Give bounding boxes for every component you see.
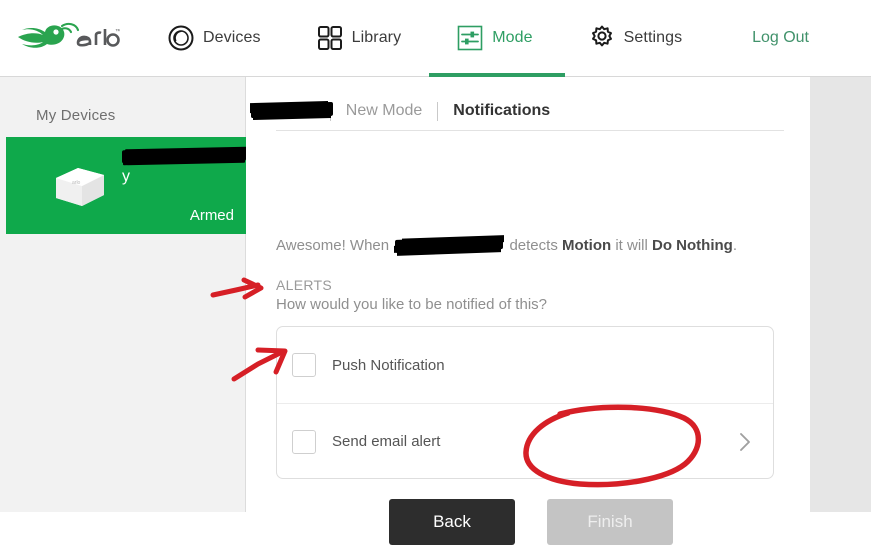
logout-link[interactable]: Log Out — [752, 29, 809, 47]
tab-separator — [437, 101, 439, 121]
chevron-right-icon[interactable] — [737, 431, 753, 453]
nav-item-settings[interactable]: Settings — [589, 0, 683, 77]
wizard-tabs: Security New Mode Notifications — [251, 97, 550, 125]
summary-suffix: . — [732, 237, 737, 254]
push-notification-checkbox[interactable] — [292, 353, 316, 377]
nav-item-devices[interactable]: Devices — [168, 0, 261, 77]
device-card-base-station[interactable]: arlo y Armed — [6, 137, 246, 234]
sliders-icon — [457, 25, 483, 51]
device-name: y — [122, 147, 246, 186]
alerts-subheading: How would you like to be notified of thi… — [276, 296, 547, 313]
mode-summary-text: Awesome! When detects Motion it will Do … — [276, 235, 737, 254]
nav-label-mode: Mode — [492, 29, 533, 46]
tabs-divider — [276, 130, 784, 131]
alerts-heading: ALERTS — [276, 277, 333, 293]
redaction-mark — [122, 147, 246, 164]
summary-middle: detects — [509, 237, 558, 254]
nav-label-settings: Settings — [623, 29, 683, 46]
svg-text:arlo: arlo — [72, 180, 81, 186]
base-station-image: arlo — [48, 162, 110, 212]
summary-action: Do Nothing — [652, 237, 733, 254]
nav-item-mode[interactable]: Mode — [429, 0, 565, 77]
active-tab-underline — [429, 72, 565, 77]
arlo-logo[interactable]: ™ — [16, 21, 120, 55]
push-notification-label: Push Notification — [332, 356, 445, 374]
device-name-tail: y — [122, 168, 130, 185]
nav-label-devices: Devices — [203, 29, 261, 46]
svg-text:™: ™ — [115, 28, 120, 35]
device-status-badge: Armed — [189, 207, 234, 224]
main-content: Security New Mode Notifications Awesome!… — [247, 77, 810, 545]
row-push-notification[interactable]: Push Notification — [277, 327, 773, 403]
alerts-options-panel: Push Notification Send email alert — [276, 326, 774, 479]
summary-trigger: Motion — [562, 237, 612, 254]
summary-prefix: Awesome! When — [276, 237, 390, 254]
finish-button[interactable]: Finish — [547, 499, 673, 545]
sidebar: My Devices arlo y Armed — [0, 77, 246, 512]
sidebar-title: My Devices — [36, 107, 116, 124]
redaction-mark — [395, 235, 504, 253]
nav-label-library: Library — [351, 29, 402, 46]
back-button[interactable]: Back — [389, 499, 515, 545]
camera-lens-icon — [168, 25, 194, 51]
redaction-mark — [251, 101, 333, 119]
send-email-alert-label: Send email alert — [332, 433, 441, 450]
send-email-alert-checkbox[interactable] — [292, 429, 316, 454]
tab-label-notifications: Notifications — [453, 102, 551, 119]
tab-new-mode[interactable]: New Mode — [346, 102, 422, 120]
grid-icon — [317, 25, 343, 51]
tab-label-new-mode: New Mode — [345, 102, 423, 119]
summary-connector: it will — [615, 237, 648, 254]
top-navigation-bar: ™ Devices Library Mode Settings Log Out — [0, 0, 871, 77]
tab-notifications[interactable]: Notifications — [453, 102, 550, 120]
nav-item-library[interactable]: Library — [317, 0, 402, 77]
gear-icon — [589, 25, 615, 51]
arlo-web-app: ™ Devices Library Mode Settings Log Out … — [0, 0, 871, 545]
tab-security[interactable]: Security — [251, 101, 333, 120]
row-send-email-alert[interactable]: Send email alert — [277, 403, 773, 479]
right-background-panel — [810, 77, 871, 512]
